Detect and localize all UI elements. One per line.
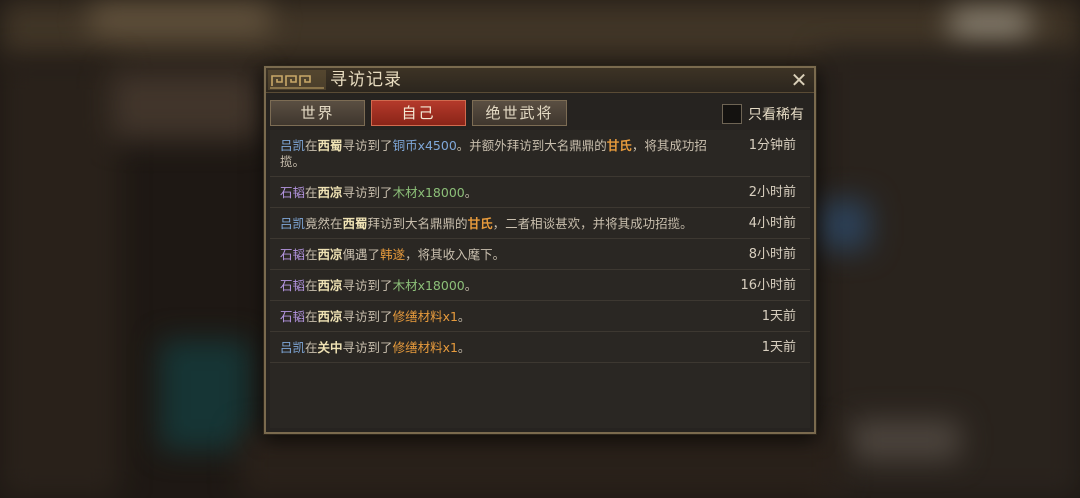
rare-only-checkbox[interactable] bbox=[722, 104, 742, 124]
list-item: 吕凯在关中寻访到了修缮材料x1。 1天前 bbox=[270, 332, 810, 363]
list-item: 石韬在西凉寻访到了木材x18000。 2小时前 bbox=[270, 177, 810, 208]
record-time: 16小时前 bbox=[740, 278, 796, 293]
list-item: 石韬在西凉偶遇了韩遂，将其收入麾下。 8小时前 bbox=[270, 239, 810, 270]
record-text-segment: 西蜀 bbox=[342, 216, 368, 231]
record-message: 石韬在西凉寻访到了木材x18000。 bbox=[280, 278, 710, 294]
record-time: 4小时前 bbox=[748, 216, 796, 231]
record-text-segment: 。 bbox=[464, 185, 478, 200]
record-text-segment: 西蜀 bbox=[317, 138, 343, 153]
record-text-segment: 西凉 bbox=[317, 278, 343, 293]
record-text-segment: 西凉 bbox=[317, 247, 343, 262]
record-text-segment: 寻访到了 bbox=[342, 138, 393, 153]
record-message: 石韬在西凉偶遇了韩遂，将其收入麾下。 bbox=[280, 247, 710, 263]
record-text-segment: 寻访到了 bbox=[342, 185, 393, 200]
record-text-segment: 吕凯 bbox=[280, 216, 306, 231]
record-text-segment: 寻访到了 bbox=[342, 278, 393, 293]
visit-record-dialog: 寻访记录 ✕ 世界 自己 绝世武将 只看稀有 吕凯在西蜀寻访到了铜币x4500。… bbox=[264, 66, 816, 434]
rare-only-filter: 只看稀有 bbox=[722, 104, 810, 126]
record-text-segment: 石韬 bbox=[280, 247, 306, 262]
list-item: 吕凯竟然在西蜀拜访到大名鼎鼎的甘氏，二者相谈甚欢，并将其成功招揽。 4小时前 bbox=[270, 208, 810, 239]
record-text-segment: ，二者相谈甚欢，并将其成功招揽。 bbox=[492, 216, 693, 231]
dialog-titlebar: 寻访记录 ✕ bbox=[266, 68, 814, 93]
record-text-segment: 韩遂 bbox=[380, 247, 406, 262]
record-text-segment: 在 bbox=[305, 247, 318, 262]
record-text-segment: 铜币x4500 bbox=[392, 138, 457, 153]
record-text-segment: 偶遇了 bbox=[342, 247, 381, 262]
tab-self[interactable]: 自己 bbox=[371, 100, 466, 126]
record-text-segment: 。并额外拜访到大名鼎鼎的 bbox=[456, 138, 607, 153]
record-text-segment: 在 bbox=[305, 340, 318, 355]
record-time: 1天前 bbox=[761, 309, 796, 324]
record-message: 吕凯竟然在西蜀拜访到大名鼎鼎的甘氏，二者相谈甚欢，并将其成功招揽。 bbox=[280, 216, 710, 232]
record-text-segment: 石韬 bbox=[280, 278, 306, 293]
record-text-segment: 石韬 bbox=[280, 309, 306, 324]
record-text-segment: 西凉 bbox=[317, 309, 343, 324]
record-text-segment: 吕凯 bbox=[280, 138, 306, 153]
record-text-segment: 修缮材料x1 bbox=[392, 309, 458, 324]
record-text-segment: ，将其收入麾下。 bbox=[405, 247, 506, 262]
record-time: 1天前 bbox=[761, 340, 796, 355]
rare-only-label: 只看稀有 bbox=[748, 107, 804, 123]
record-time: 8小时前 bbox=[748, 247, 796, 262]
list-item: 吕凯在西蜀寻访到了铜币x4500。并额外拜访到大名鼎鼎的甘氏，将其成功招揽。 1分… bbox=[270, 130, 810, 177]
record-text-segment: 甘氏 bbox=[467, 216, 493, 231]
record-text-segment: 甘氏 bbox=[606, 138, 632, 153]
record-text-segment: 。 bbox=[464, 278, 478, 293]
record-text-segment: 在 bbox=[305, 309, 318, 324]
record-text-segment: 竟然在 bbox=[305, 216, 343, 231]
record-message: 吕凯在关中寻访到了修缮材料x1。 bbox=[280, 340, 710, 356]
record-text-segment: 拜访到大名鼎鼎的 bbox=[367, 216, 468, 231]
close-icon[interactable]: ✕ bbox=[788, 69, 810, 91]
record-text-segment: 关中 bbox=[317, 340, 343, 355]
record-text-segment: 寻访到了 bbox=[342, 340, 393, 355]
record-text-segment: 在 bbox=[305, 185, 318, 200]
record-text-segment: 寻访到了 bbox=[342, 309, 393, 324]
record-text-segment: 木材x18000 bbox=[392, 278, 465, 293]
record-message: 石韬在西凉寻访到了木材x18000。 bbox=[280, 185, 710, 201]
record-text-segment: 。 bbox=[457, 340, 471, 355]
tab-world[interactable]: 世界 bbox=[270, 100, 365, 126]
record-text-segment: 在 bbox=[305, 278, 318, 293]
record-text-segment: 吕凯 bbox=[280, 340, 306, 355]
record-time: 2小时前 bbox=[748, 185, 796, 200]
record-text-segment: 石韬 bbox=[280, 185, 306, 200]
record-text-segment: 。 bbox=[457, 309, 471, 324]
record-time: 1分钟前 bbox=[748, 138, 796, 153]
list-item: 石韬在西凉寻访到了修缮材料x1。 1天前 bbox=[270, 301, 810, 332]
record-message: 石韬在西凉寻访到了修缮材料x1。 bbox=[280, 309, 710, 325]
record-list[interactable]: 吕凯在西蜀寻访到了铜币x4500。并额外拜访到大名鼎鼎的甘氏，将其成功招揽。 1分… bbox=[270, 130, 810, 428]
record-text-segment: 木材x18000 bbox=[392, 185, 465, 200]
record-message: 吕凯在西蜀寻访到了铜币x4500。并额外拜访到大名鼎鼎的甘氏，将其成功招揽。 bbox=[280, 138, 710, 170]
dialog-title: 寻访记录 bbox=[330, 70, 402, 90]
record-text-segment: 在 bbox=[305, 138, 318, 153]
tab-legendary-generals[interactable]: 绝世武将 bbox=[472, 100, 567, 126]
list-item: 石韬在西凉寻访到了木材x18000。 16小时前 bbox=[270, 270, 810, 301]
record-text-segment: 西凉 bbox=[317, 185, 343, 200]
cloud-ornament-icon bbox=[268, 70, 326, 90]
record-text-segment: 修缮材料x1 bbox=[392, 340, 458, 355]
